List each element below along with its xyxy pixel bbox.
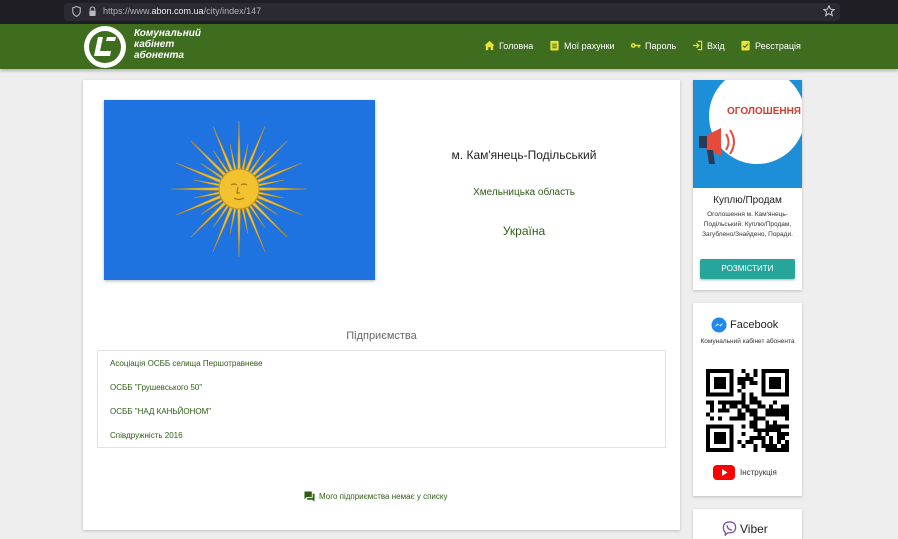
ad-card: ОГОЛОШЕННЯ Куплю/Продам Оголошення м. Ка… [693, 80, 802, 290]
home-icon [484, 40, 495, 51]
post-ad-button[interactable]: РОЗМІСТИТИ [700, 259, 795, 279]
logo-line-3: абонента [134, 50, 184, 61]
nav-register[interactable]: Реєстрація [740, 40, 801, 51]
youtube-label: Інструкція [740, 468, 777, 477]
region-name: Хмельницька область [473, 187, 575, 198]
check-clipboard-icon [741, 40, 750, 51]
viber-link[interactable]: Viber [722, 521, 768, 536]
login-icon [692, 40, 703, 51]
nav-my-bills-label: Мої рахунки [564, 40, 615, 51]
viber-title: Viber [740, 521, 768, 536]
viber-icon [722, 521, 737, 536]
browser-url-bar: https://www.abon.com.ua/city/index/147 [0, 0, 898, 24]
country-name: Україна [502, 224, 546, 238]
site-logo[interactable] [84, 26, 126, 68]
enterprises-title: Підприємства [346, 330, 417, 342]
ad-description: Оголошення м. Кам'янець-Подільський: Куп… [702, 211, 793, 238]
ad-banner-text: ОГОЛОШЕННЯ [727, 106, 801, 117]
viber-card: Viber [693, 509, 802, 539]
nav-login[interactable]: Вхід [692, 40, 725, 51]
missing-enterprise-label: Мого підприємства немає у списку [319, 492, 448, 501]
nav-register-label: Реєстрація [755, 40, 801, 51]
site-navbar: Комунальний кабінет абонента Головна Мої… [0, 24, 898, 69]
missing-enterprise-link[interactable]: Мого підприємства немає у списку [304, 491, 447, 502]
shield-icon[interactable] [72, 6, 81, 17]
enterprise-link[interactable]: Асоціація ОСББ селища Першотравневе [110, 359, 263, 368]
chat-icon [304, 491, 315, 502]
sun-emblem-icon [170, 120, 308, 258]
clipboard-icon [550, 40, 559, 51]
nav-home[interactable]: Головна [484, 40, 533, 51]
nav-home-label: Головна [499, 40, 534, 51]
city-flag [104, 100, 375, 280]
enterprises-list: Асоціація ОСББ селища Першотравневе ОСББ… [97, 350, 666, 448]
logo-line-1: Комунальний [134, 28, 201, 39]
facebook-link[interactable]: Facebook [711, 317, 778, 333]
city-card: м. Кам'янець-Подільський Хмельницька обл… [83, 80, 680, 530]
lock-icon[interactable] [88, 6, 97, 17]
facebook-title: Facebook [730, 319, 779, 331]
youtube-icon [713, 465, 735, 480]
ad-title: Куплю/Продам [713, 195, 782, 206]
bookmark-star-icon[interactable] [823, 5, 835, 17]
nav-password[interactable]: Пароль [630, 40, 676, 51]
qr-code-icon[interactable] [706, 369, 789, 452]
facebook-subtitle: Комунальний кабінет абонента [700, 338, 795, 345]
key-icon [630, 43, 641, 48]
nav-my-bills[interactable]: Мої рахунки [549, 40, 615, 51]
facebook-card: Facebook Комунальний кабінет абонента Ін… [693, 303, 802, 496]
enterprise-link[interactable]: ОСББ "НАД КАНЬЙОНОМ" [110, 407, 211, 416]
youtube-instruction-link[interactable]: Інструкція [713, 465, 777, 480]
messenger-icon [711, 317, 727, 333]
nav-login-label: Вхід [707, 40, 725, 51]
enterprise-link[interactable]: ОСББ "Грушевського 50" [110, 383, 202, 392]
megaphone-icon [699, 80, 802, 164]
logo-text[interactable]: Комунальний кабінет абонента [134, 28, 214, 61]
logo-icon [89, 31, 121, 63]
city-name: м. Кам'янець-Подільський [451, 148, 597, 162]
nav-password-label: Пароль [645, 40, 677, 51]
url-text[interactable]: https://www.abon.com.ua/city/index/147 [103, 6, 261, 16]
logo-line-2: кабінет [134, 39, 175, 50]
ad-banner[interactable]: ОГОЛОШЕННЯ [693, 80, 802, 188]
enterprise-link[interactable]: Співдружність 2016 [110, 431, 183, 440]
